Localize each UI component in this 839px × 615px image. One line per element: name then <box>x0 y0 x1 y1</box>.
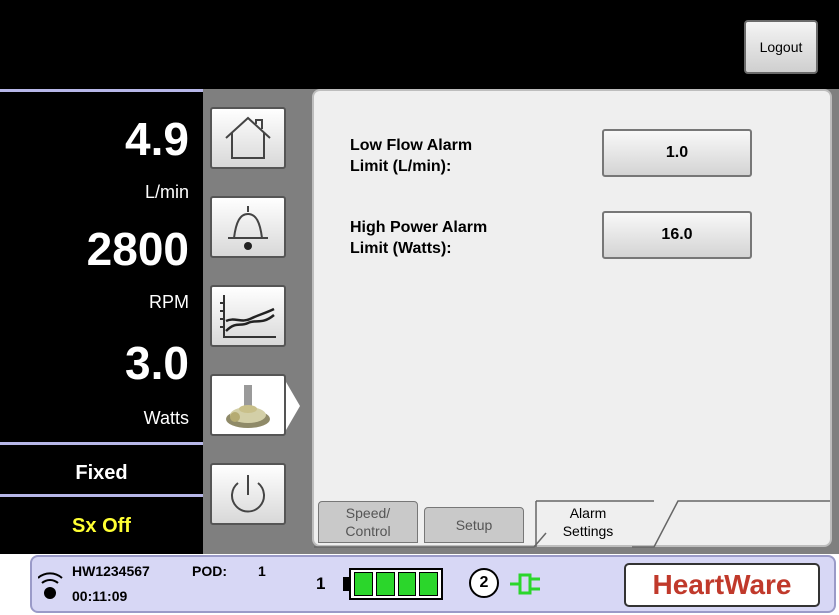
tab-label: Settings <box>562 523 614 539</box>
low-flow-label-line1: Low Flow Alarm <box>350 137 473 154</box>
pod-label: POD: <box>192 563 227 579</box>
high-power-label: High Power Alarm Limit (Watts): <box>350 217 487 259</box>
power-value: 3.0 <box>125 337 189 389</box>
pump-button[interactable] <box>210 374 286 436</box>
power-unit: Watts <box>143 408 189 428</box>
metrics-panel: 4.9 L/min 2800 RPM 3.0 Watts Fixed Sx Of… <box>0 89 203 554</box>
flow-unit: L/min <box>144 182 189 202</box>
logout-button[interactable]: Logout <box>744 20 818 74</box>
home-button[interactable] <box>210 107 286 169</box>
alarm-settings-panel: Low Flow Alarm Limit (L/min): 1.0 High P… <box>312 89 832 548</box>
wireless-icon <box>38 572 63 599</box>
battery-cell <box>397 572 417 596</box>
pod-value: 1 <box>258 563 266 579</box>
trend-chart-icon <box>220 295 276 338</box>
tab-label: Control <box>345 523 391 539</box>
tab-label: Speed/ <box>345 505 391 521</box>
tab-bar: Speed/ Control Setup Alarm Settings <box>314 493 830 548</box>
logo-text-heart: Heart <box>652 569 725 600</box>
ac-plug-icon <box>510 573 540 595</box>
battery-cell <box>354 572 373 596</box>
high-power-limit-button[interactable]: 16.0 <box>602 211 752 259</box>
active-indicator <box>286 382 300 430</box>
alarms-button[interactable] <box>210 196 286 258</box>
low-flow-label-line2: Limit (L/min): <box>350 158 452 175</box>
speed-value: 2800 <box>86 223 189 275</box>
power-source-2: 2 <box>469 568 499 598</box>
battery-icon <box>349 568 443 600</box>
high-power-label-line1: High Power Alarm <box>350 219 488 236</box>
speed-unit: RPM <box>149 292 189 312</box>
tab-label: Alarm <box>569 505 607 521</box>
status-bar: HW1234567 POD: 1 00:11:09 1 2 Heart Ware <box>30 555 836 613</box>
battery-cell <box>419 572 438 596</box>
tab-alarm-settings[interactable]: Alarm Settings <box>538 501 638 543</box>
controller-id: HW1234567 <box>72 563 150 579</box>
pump-icon <box>226 385 270 428</box>
low-flow-label: Low Flow Alarm Limit (L/min): <box>350 135 472 177</box>
battery-cell <box>375 572 395 596</box>
controller-screen: e Logout 4.9 L/min 2800 RPM 3.0 Watts Fi… <box>0 0 839 615</box>
divider <box>0 494 203 497</box>
trends-button[interactable] <box>210 285 286 347</box>
tab-label: Setup <box>455 517 493 533</box>
low-flow-limit-button[interactable]: 1.0 <box>602 129 752 177</box>
battery-1-label: 1 <box>316 574 326 593</box>
divider <box>0 442 203 445</box>
logo-text-ware: Ware <box>724 569 792 600</box>
alarm-bell-icon <box>228 206 268 250</box>
heartware-logo: Heart Ware <box>624 563 820 607</box>
suction-status: Sx Off <box>72 515 131 537</box>
power-icon <box>231 475 265 513</box>
tab-speed-control[interactable]: Speed/ Control <box>318 501 418 543</box>
high-power-label-line2: Limit (Watts): <box>350 240 452 257</box>
tab-setup[interactable]: Setup <box>424 507 524 543</box>
nav-column <box>203 89 306 554</box>
mode-label: Fixed <box>75 462 128 484</box>
timer: 00:11:09 <box>72 588 128 604</box>
power-button[interactable] <box>210 463 286 525</box>
flow-value: 4.9 <box>125 113 189 165</box>
top-bar: Logout <box>0 0 839 89</box>
home-icon <box>225 116 271 159</box>
